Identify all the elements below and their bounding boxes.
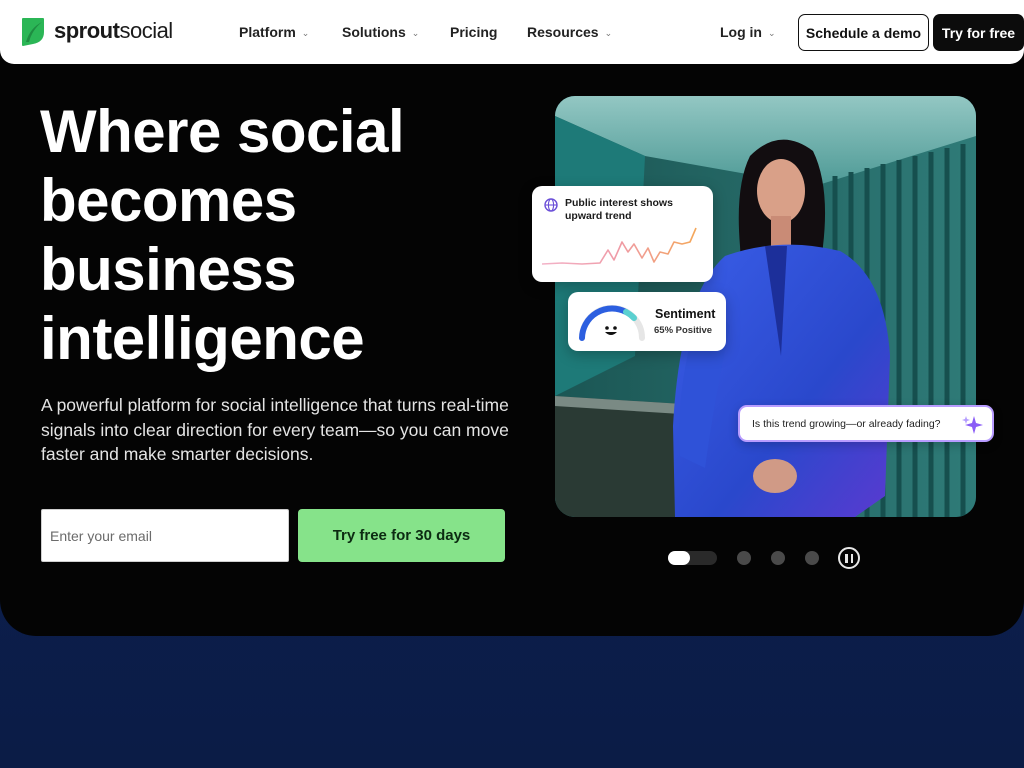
logo-wordmark: sproutsocial (54, 18, 173, 43)
login-link[interactable]: Log in ⌄ (720, 24, 776, 40)
carousel-dot-4[interactable] (805, 551, 819, 565)
chevron-down-icon: ⌄ (411, 27, 420, 38)
carousel-dot-3[interactable] (771, 551, 785, 565)
nav-pricing[interactable]: Pricing (450, 24, 497, 40)
schedule-demo-button[interactable]: Schedule a demo (798, 14, 929, 51)
ai-question-text: Is this trend growing—or already fading? (752, 418, 941, 430)
hero-headline: Where social becomes business intelligen… (40, 98, 405, 372)
smiley-face-icon (605, 326, 617, 335)
email-input[interactable] (41, 509, 289, 562)
trend-card: Public interest shows upward trend (532, 186, 713, 282)
sprout-leaf-icon (22, 18, 44, 46)
ai-sparkle-icon (962, 416, 983, 434)
carousel-controls (668, 547, 868, 569)
top-nav: sproutsocial Platform ⌄ Solutions ⌄ Pricin… (0, 0, 1024, 64)
sentiment-value: 65% Positive (654, 325, 713, 336)
pause-button[interactable] (838, 547, 860, 569)
nav-platform[interactable]: Platform ⌄ (239, 24, 309, 40)
sprout-social-logo[interactable]: sproutsocial (20, 16, 173, 46)
globe-icon (544, 198, 558, 212)
try-free-30-days-button[interactable]: Try free for 30 days (298, 509, 505, 562)
hero-subtext: A powerful platform for social intellige… (41, 395, 509, 464)
nav-solutions[interactable]: Solutions ⌄ (342, 24, 419, 40)
chevron-down-icon: ⌄ (768, 27, 776, 38)
chevron-down-icon: ⌄ (301, 27, 310, 38)
sentiment-card: Sentiment 65% Positive (568, 292, 726, 351)
chevron-down-icon: ⌄ (604, 27, 613, 38)
sentiment-gauge (579, 305, 645, 341)
carousel-dot-2[interactable] (737, 551, 751, 565)
carousel-dot-1[interactable] (668, 551, 717, 565)
nav-resources[interactable]: Resources ⌄ (527, 24, 612, 40)
pause-icon (845, 553, 848, 563)
try-free-button[interactable]: Try for free (933, 14, 1024, 51)
trend-card-title: Public interest shows upward trend (565, 197, 673, 222)
trend-sparkline (542, 227, 697, 265)
ai-question-card: Is this trend growing—or already fading? (738, 405, 994, 442)
carousel-progress (668, 551, 690, 565)
sentiment-title: Sentiment (655, 307, 716, 321)
